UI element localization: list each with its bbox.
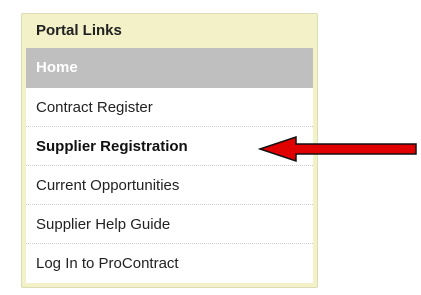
red-arrow-icon bbox=[258, 136, 417, 162]
menu-item-contract-register[interactable]: Contract Register bbox=[26, 88, 313, 127]
panel-title: Portal Links bbox=[36, 22, 122, 39]
portal-links-menu: Home Contract Register Supplier Registra… bbox=[26, 48, 313, 283]
menu-item-current-opportunities[interactable]: Current Opportunities bbox=[26, 166, 313, 205]
menu-item-supplier-help-guide[interactable]: Supplier Help Guide bbox=[26, 205, 313, 244]
menu-item-log-in[interactable]: Log In to ProContract bbox=[26, 244, 313, 283]
menu-item-home[interactable]: Home bbox=[26, 48, 313, 88]
